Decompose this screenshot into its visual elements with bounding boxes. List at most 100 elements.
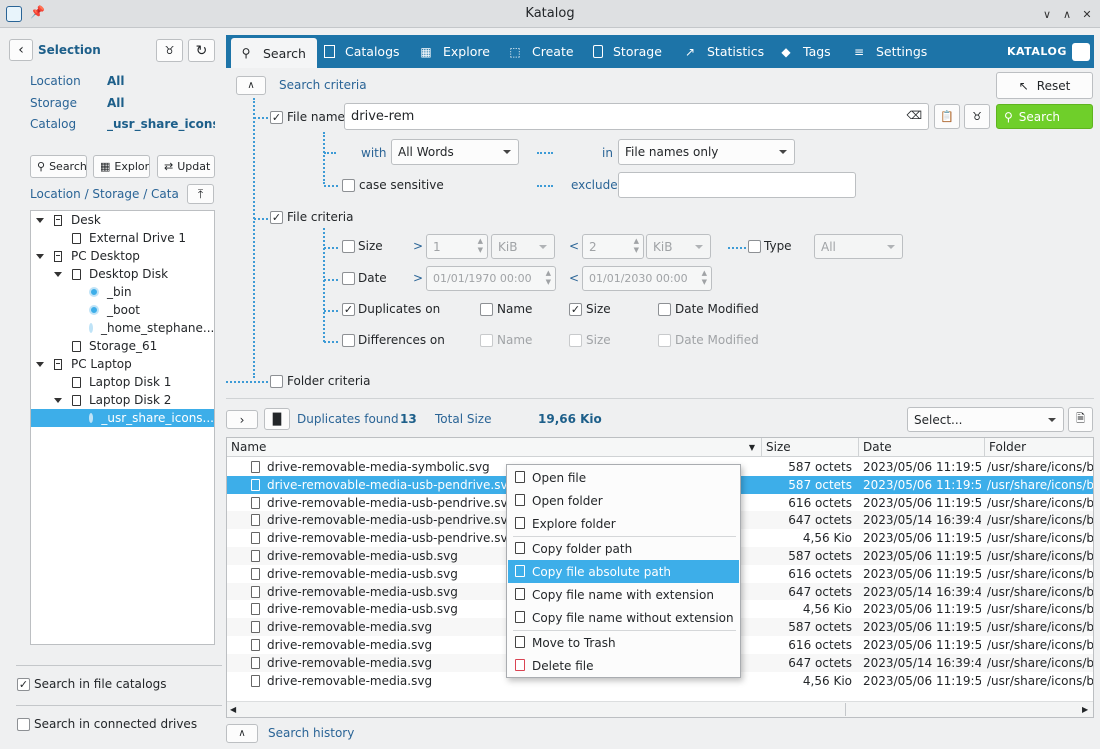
tree-item-storage-61[interactable]: Storage_61 [31,337,214,355]
sort-icon: ▼ [748,443,755,452]
menu-item-explore-folder[interactable]: Explore folder [508,512,739,535]
tab-search[interactable]: ⚲ Search [231,38,317,68]
size-min-unit-select[interactable]: KiB [491,234,555,259]
column-header-size[interactable]: Size [762,438,859,457]
differences-on-checkbox[interactable] [342,334,355,347]
scroll-right-icon[interactable]: ▶ [1082,705,1088,714]
menu-item-copy-name-without-extension[interactable]: Copy file name without extension [508,606,739,629]
maximize-icon[interactable]: ∧ [1058,5,1076,23]
spin-icon[interactable]: ▲ ▼ [478,237,483,255]
collapse-tree-button[interactable]: ⤒ [187,184,214,204]
clipboard-button[interactable]: 📋 [934,104,960,129]
expand-results-button[interactable]: › [226,410,258,429]
tree-item-home[interactable]: _home_stephane... [31,319,214,337]
tab-explore[interactable]: ▦ Explore [419,35,490,68]
tree-connector [254,218,268,220]
folder-criteria-checkbox[interactable] [270,375,283,388]
select-action-dropdown[interactable]: Select... [907,407,1064,432]
duplicates-name-checkbox[interactable] [480,303,493,316]
duplicates-size-checkbox[interactable]: ✓ [569,303,582,316]
duplicates-date-checkbox[interactable] [658,303,671,316]
file-name-input[interactable]: drive-rem ⌫ [344,103,929,130]
file-criteria-tree-line [323,228,325,342]
size-min-input[interactable]: 1 ▲ ▼ [426,234,488,259]
menu-item-open-file[interactable]: Open file [508,466,739,489]
menu-item-open-folder[interactable]: Open folder [508,489,739,512]
cell-size: 616 octets [788,566,852,581]
criteria-filter-button[interactable]: ♉ [964,104,990,129]
tree-item-boot[interactable]: _boot [31,301,214,319]
duplicates-on-checkbox[interactable]: ✓ [342,303,355,316]
spin-icon[interactable]: ▲ ▼ [634,237,639,255]
differences-name-checkbox[interactable] [480,334,493,347]
refresh-button[interactable]: ↻ [188,39,215,62]
storage-value[interactable]: All [107,96,125,110]
tab-tags[interactable]: ◆ Tags [779,35,830,68]
file-name-checkbox[interactable]: ✓ [270,111,283,124]
differences-size-checkbox[interactable] [569,334,582,347]
horizontal-scrollbar[interactable]: ◀ ▶ [227,701,1093,717]
column-header-folder[interactable]: Folder [985,438,1093,457]
menu-item-move-to-trash[interactable]: Move to Trash [508,631,739,654]
cell-date: 2023/05/14 16:39:47 [863,584,981,599]
filter-button[interactable]: ♉ [156,39,183,62]
collapse-sidebar-button[interactable]: ‹ [9,39,33,61]
menu-item-delete-file[interactable]: Delete file [508,654,739,677]
tree-item-laptop-disk-2[interactable]: Laptop Disk 2 [31,391,214,409]
tree-item-bin[interactable]: _bin [31,283,214,301]
export-button[interactable]: 🗎 [1068,407,1093,432]
sidebar-search-button[interactable]: ⚲ Search [30,155,87,178]
menu-item-copy-file-absolute-path[interactable]: Copy file absolute path [508,560,739,583]
type-select[interactable]: All [814,234,903,259]
tab-settings[interactable]: ≡ Settings [852,35,927,68]
search-catalogs-checkbox[interactable]: ✓ [17,678,30,691]
spin-icon[interactable]: ▲ ▼ [546,269,551,287]
statistics-button[interactable]: ▐▌ [264,408,290,430]
spin-icon[interactable]: ▲ ▼ [702,269,707,287]
in-select[interactable]: File names only [618,139,795,165]
catalog-value[interactable]: _usr_share_icons_br [107,117,215,131]
storage-tree[interactable]: Desk External Drive 1 PC Desktop Desktop… [30,210,215,645]
menu-item-copy-name-with-extension[interactable]: Copy file name with extension [508,583,739,606]
search-history-label[interactable]: Search history [268,726,354,740]
case-sensitive-checkbox[interactable] [342,179,355,192]
tab-statistics[interactable]: ↗ Statistics [683,35,764,68]
tab-storage[interactable]: Storage [593,35,662,68]
tree-item-external-drive-1[interactable]: External Drive 1 [31,229,214,247]
date-min-input[interactable]: 01/01/1970 00:00 ▲ ▼ [426,266,556,291]
location-value[interactable]: All [107,74,125,88]
date-checkbox[interactable] [342,272,355,285]
clear-icon[interactable]: ⌫ [906,109,922,122]
menu-item-copy-folder-path[interactable]: Copy folder path [508,537,739,560]
search-drives-checkbox[interactable] [17,718,30,731]
type-checkbox[interactable] [748,240,761,253]
close-icon[interactable]: ✕ [1078,5,1096,23]
with-label: with [361,146,387,160]
tab-create[interactable]: ⬚ Create [508,35,573,68]
tree-item-usr-share-icons[interactable]: _usr_share_icons... [31,409,214,427]
tree-item-laptop-disk-1[interactable]: Laptop Disk 1 [31,373,214,391]
tree-item-pc-laptop[interactable]: PC Laptop [31,355,214,373]
minimize-icon[interactable]: ∨ [1038,5,1056,23]
size-max-input[interactable]: 2 ▲ ▼ [582,234,644,259]
date-max-input[interactable]: 01/01/2030 00:00 ▲ ▼ [582,266,712,291]
reset-button[interactable]: ↖ Reset [996,72,1093,99]
tab-catalogs[interactable]: Catalogs [324,35,400,68]
collapse-criteria-button[interactable]: ∧ [236,76,266,95]
with-select[interactable]: All Words [391,139,519,165]
column-header-date[interactable]: Date [859,438,985,457]
size-max-unit-select[interactable]: KiB [646,234,711,259]
tree-item-desktop-disk[interactable]: Desktop Disk [31,265,214,283]
size-checkbox[interactable] [342,240,355,253]
sidebar-explore-button[interactable]: ▦ Explor [93,155,150,178]
tree-item-pc-desktop[interactable]: PC Desktop [31,247,214,265]
exclude-input[interactable] [618,172,856,198]
scroll-left-icon[interactable]: ◀ [230,705,236,714]
file-criteria-checkbox[interactable]: ✓ [270,211,283,224]
differences-date-checkbox[interactable] [658,334,671,347]
sidebar-update-button[interactable]: ⇄ Updat [157,155,215,178]
expand-history-button[interactable]: ∧ [226,724,258,743]
column-header-name[interactable]: Name ▼ [227,438,762,457]
search-button[interactable]: ⚲ Search [996,104,1093,129]
tree-item-desk[interactable]: Desk [31,211,214,229]
